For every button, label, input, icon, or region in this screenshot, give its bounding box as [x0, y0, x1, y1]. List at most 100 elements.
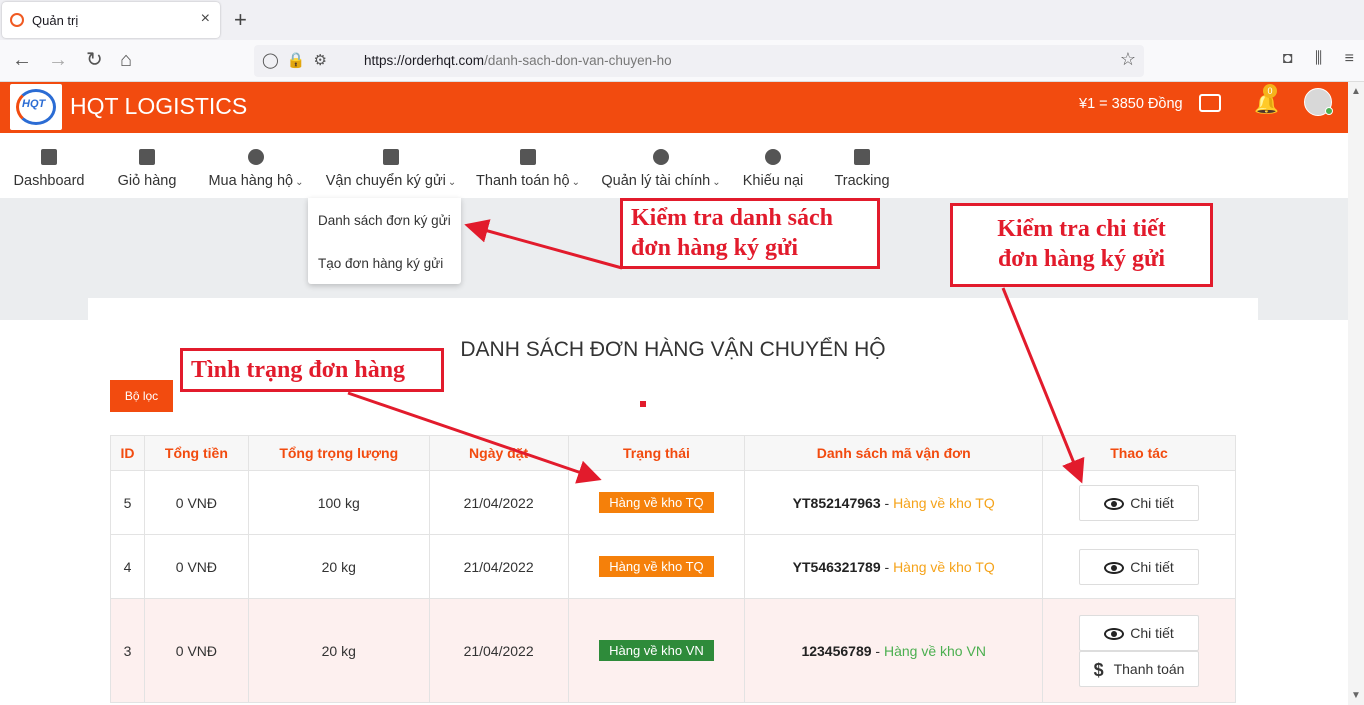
browser-tab[interactable]: Quản trị × — [2, 2, 220, 38]
col-id: ID — [110, 435, 145, 471]
col-weight: Tổng trọng lượng — [247, 435, 430, 471]
logo-text: HQT — [22, 98, 46, 110]
eye-icon — [1104, 497, 1125, 510]
cell-status: Hàng về kho VN — [567, 598, 746, 703]
tracking-code: YT546321789 — [792, 558, 881, 575]
forward-icon[interactable]: → — [48, 49, 68, 71]
chevron-down-icon: ⌄ — [295, 177, 304, 188]
payment-icon — [520, 149, 536, 165]
purchase-icon — [248, 149, 264, 165]
cell-codes: YT852147963 - Hàng về kho TQ — [744, 470, 1044, 535]
truck-icon — [854, 149, 870, 165]
dashboard-icon — [41, 149, 57, 165]
chevron-down-icon: ⌄ — [712, 177, 721, 188]
dropdown-item-create[interactable]: Tạo đơn hàng ký gửi — [318, 256, 443, 271]
cell-total: 0 VNĐ — [143, 470, 249, 535]
cell-weight: 100 kg — [247, 470, 430, 535]
browser-navbar: ← → ↻ ⌂ ◯🔒⚙ https://orderhqt.com/danh-sa… — [0, 40, 1364, 82]
menu-consignment[interactable]: Vận chuyển ký gửi ⌄ — [324, 133, 458, 198]
detail-button[interactable]: Chi tiết — [1079, 484, 1200, 521]
back-icon[interactable]: ← — [12, 49, 32, 71]
loading-dot — [640, 401, 646, 407]
site-info-icons[interactable]: ◯🔒⚙ — [262, 51, 335, 69]
orders-table: ID Tổng tiền Tổng trọng lượng Ngày đặt T… — [110, 435, 1236, 703]
brand-name[interactable]: HQT LOGISTICS — [70, 93, 247, 120]
col-codes: Danh sách mã vận đơn — [744, 435, 1044, 471]
tab-title: Quản trị — [32, 13, 79, 28]
pay-button[interactable]: $ Thanh toán — [1079, 650, 1200, 687]
menu-payment[interactable]: Thanh toán hộ ⌄ — [474, 133, 582, 198]
detail-button[interactable]: Chi tiết — [1079, 614, 1200, 651]
status-badge: Hàng về kho VN — [599, 640, 714, 661]
tracking-code: 123456789 — [801, 642, 872, 659]
scroll-up-icon[interactable]: ▲ — [1351, 86, 1361, 97]
cell-actions: Chi tiết — [1042, 534, 1236, 599]
complaint-icon — [765, 149, 781, 165]
cell-weight: 20 kg — [247, 598, 430, 703]
status-badge: Hàng về kho TQ — [599, 556, 714, 577]
menu-cart[interactable]: Giỏ hàng — [110, 133, 184, 198]
table-row: 4 0 VNĐ 20 kg 21/04/2022 Hàng về kho TQ … — [110, 534, 1236, 599]
cell-actions: Chi tiết $ Thanh toán — [1042, 598, 1236, 703]
cell-id: 3 — [110, 598, 145, 703]
consignment-dropdown: Danh sách đơn ký gửi Tạo đơn hàng ký gửi — [308, 198, 461, 284]
bookmark-star-icon[interactable]: ☆ — [1120, 49, 1136, 70]
status-badge: Hàng về kho TQ — [599, 492, 714, 513]
reload-icon[interactable]: ↻ — [86, 49, 103, 71]
tab-close-icon[interactable]: × — [201, 10, 210, 28]
menu-purchase[interactable]: Mua hàng hộ ⌄ — [206, 133, 306, 198]
tracking-code: YT852147963 — [792, 494, 881, 511]
new-tab-button[interactable]: + — [234, 7, 247, 33]
fullscreen-icon[interactable] — [1199, 94, 1221, 112]
dollar-icon: $ — [1093, 659, 1104, 680]
menu-dashboard[interactable]: Dashboard — [10, 133, 88, 198]
logo[interactable]: HQT — [10, 84, 62, 130]
browser-toolbar-right: ◘ ⫼ ≡ — [1265, 50, 1354, 68]
col-actions: Thao tác — [1042, 435, 1236, 471]
menu-complaint[interactable]: Khiếu nại — [740, 133, 806, 198]
menu-finance[interactable]: Quản lý tài chính ⌄ — [600, 133, 722, 198]
filter-button[interactable]: Bộ lọc — [110, 380, 173, 412]
code-status: Hàng về kho TQ — [893, 494, 995, 511]
eye-icon — [1104, 627, 1125, 640]
code-status: Hàng về kho TQ — [893, 558, 995, 575]
cell-codes: YT546321789 - Hàng về kho TQ — [744, 534, 1044, 599]
pocket-icon[interactable]: ◘ — [1283, 50, 1293, 67]
consignment-icon — [383, 149, 399, 165]
cell-weight: 20 kg — [247, 534, 430, 599]
finance-icon — [653, 149, 669, 165]
chevron-down-icon: ⌄ — [571, 177, 580, 188]
exchange-rate: ¥1 = 3850 Đồng — [1079, 96, 1183, 112]
cell-id: 4 — [110, 534, 145, 599]
cell-date: 21/04/2022 — [428, 598, 569, 703]
cell-status: Hàng về kho TQ — [567, 470, 746, 535]
table-header-row: ID Tổng tiền Tổng trọng lượng Ngày đặt T… — [110, 435, 1236, 471]
library-icon[interactable]: ⫼ — [1315, 50, 1322, 67]
home-icon[interactable]: ⌂ — [120, 49, 132, 71]
main-menu: Dashboard Giỏ hàng Mua hàng hộ ⌄ Vận chuy… — [0, 133, 1348, 198]
cell-actions: Chi tiết — [1042, 470, 1236, 535]
scroll-down-icon[interactable]: ▼ — [1351, 690, 1361, 701]
scrollbar[interactable] — [1348, 82, 1364, 705]
table-row: 3 0 VNĐ 20 kg 21/04/2022 Hàng về kho VN … — [110, 598, 1236, 703]
dropdown-item-list[interactable]: Danh sách đơn ký gửi — [318, 213, 451, 228]
cell-total: 0 VNĐ — [143, 598, 249, 703]
detail-button[interactable]: Chi tiết — [1079, 548, 1200, 585]
col-total: Tổng tiền — [143, 435, 249, 471]
cart-icon — [139, 149, 155, 165]
url-bar[interactable]: ◯🔒⚙ https://orderhqt.com/danh-sach-don-v… — [254, 45, 1144, 77]
table-row: 5 0 VNĐ 100 kg 21/04/2022 Hàng về kho TQ… — [110, 470, 1236, 535]
cell-total: 0 VNĐ — [143, 534, 249, 599]
cell-date: 21/04/2022 — [428, 470, 569, 535]
annotation-check-list: Kiểm tra danh sách đơn hàng ký gửi — [620, 198, 880, 269]
url-text[interactable]: https://orderhqt.com/danh-sach-don-van-c… — [364, 53, 672, 68]
app-header: HQT HQT LOGISTICS ¥1 = 3850 Đồng 🔔 0 — [0, 82, 1348, 133]
menu-tracking[interactable]: Tracking — [830, 133, 894, 198]
online-status-dot — [1325, 107, 1333, 115]
annotation-check-detail: Kiểm tra chi tiết đơn hàng ký gửi — [950, 203, 1213, 287]
cell-id: 5 — [110, 470, 145, 535]
annotation-status: Tình trạng đơn hàng — [180, 348, 444, 392]
chevron-down-icon: ⌄ — [447, 177, 457, 188]
menu-icon[interactable]: ≡ — [1345, 50, 1354, 67]
cell-codes: 123456789 - Hàng về kho VN — [744, 598, 1044, 703]
